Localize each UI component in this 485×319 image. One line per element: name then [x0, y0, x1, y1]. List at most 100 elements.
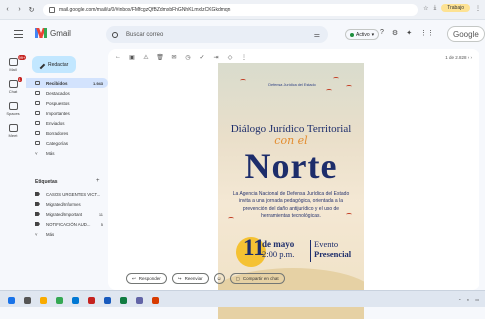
reply-icon: ↩	[132, 275, 136, 281]
status-selector[interactable]: Activo ▾	[345, 29, 380, 40]
archive-icon[interactable]: ▣	[128, 54, 136, 61]
bird-icon	[333, 77, 339, 80]
inbox-icon	[35, 81, 40, 85]
send-icon	[35, 121, 40, 125]
site-info-icon[interactable]	[49, 7, 55, 13]
gmail-logo[interactable]: Gmail	[35, 28, 71, 38]
folder-drafts[interactable]: Borradores	[26, 128, 108, 138]
back-arrow-icon[interactable]: ←	[114, 54, 122, 61]
profile-button[interactable]: Trabajo	[441, 4, 470, 12]
folder-count: 1.943	[92, 80, 103, 86]
label-item[interactable]: CASOS URGENTES VICT...	[26, 189, 108, 199]
emoji-button[interactable]: ☺	[213, 273, 225, 284]
app-rail: 99+ Mail 1 Chat Spaces Meet	[0, 50, 27, 290]
bookmark-star-icon[interactable]: ☆	[423, 5, 428, 12]
add-task-icon[interactable]: ✓	[198, 54, 206, 61]
folder-categories[interactable]: Categorías	[26, 138, 108, 148]
google-wordmark: Google	[453, 29, 479, 39]
move-to-icon[interactable]: ⇥	[212, 54, 220, 61]
battery-icon[interactable]: ▭	[475, 297, 479, 302]
label-list: CASOS URGENTES VICT... Migrated/Informes…	[26, 189, 108, 239]
chat-bubble-icon: ▢	[235, 275, 240, 281]
app-icon[interactable]	[88, 297, 95, 304]
search-options-icon[interactable]: ⚌	[314, 31, 320, 39]
volume-icon[interactable]: ◖	[467, 297, 469, 302]
folder-more[interactable]: ˅ Más	[26, 148, 108, 158]
reload-icon[interactable]: ↻	[27, 5, 36, 14]
apps-grid-icon[interactable]: ⋮⋮	[420, 29, 434, 37]
chevron-down-icon: ▾	[371, 31, 375, 38]
browser-toolbar: ‹ › ↻ mail.google.com/mail/u/0/#inbox/FM…	[0, 0, 485, 20]
header-icons: ? ⚙ ✦ ⋮⋮	[380, 29, 434, 37]
rail-spaces[interactable]: Spaces	[5, 102, 21, 116]
file-explorer-icon[interactable]	[40, 297, 47, 304]
rail-chat-label: Chat	[8, 89, 18, 94]
forward-button[interactable]: ↪ Reenviar	[171, 273, 209, 284]
label-icon[interactable]: ◇	[226, 54, 234, 61]
wifi-icon[interactable]: ◔	[458, 297, 460, 302]
gemini-icon[interactable]: ✦	[406, 29, 412, 37]
event-type-line1: Evento	[314, 239, 339, 249]
label-item[interactable]: NOTIFICACIÓN AUD... 5	[26, 219, 108, 229]
forward-icon[interactable]: ›	[15, 5, 24, 14]
powerpoint-icon[interactable]	[152, 297, 159, 304]
address-bar[interactable]: mail.google.com/mail/u/0/#inbox/FMfcgzQf…	[43, 4, 418, 16]
word-icon[interactable]	[104, 297, 111, 304]
mark-unread-icon[interactable]: ✉	[170, 54, 178, 61]
mail-badge: 99+	[17, 55, 27, 60]
folder-important[interactable]: Importantes	[26, 108, 108, 118]
folder-label: Recibidos	[46, 80, 68, 86]
rail-meet-label: Meet	[8, 133, 18, 138]
windows-start-icon[interactable]	[8, 297, 15, 304]
chrome-icon[interactable]	[56, 297, 63, 304]
event-month: de mayo	[262, 239, 295, 249]
label-text: CASOS URGENTES VICT...	[46, 191, 101, 197]
main-menu-icon[interactable]	[14, 30, 23, 38]
important-icon	[35, 111, 40, 115]
compose-label: Redactar	[48, 61, 69, 68]
report-spam-icon[interactable]: ⚠	[142, 54, 150, 61]
more-vert-icon[interactable]: ⋮	[240, 54, 248, 61]
help-icon[interactable]: ?	[380, 29, 384, 37]
back-icon[interactable]: ‹	[3, 5, 12, 14]
excel-icon[interactable]	[120, 297, 127, 304]
gear-icon[interactable]: ⚙	[392, 29, 398, 37]
next-icon[interactable]: ›	[471, 55, 473, 60]
reply-button[interactable]: ↩ Responder	[126, 273, 167, 284]
folder-starred[interactable]: Destacados	[26, 88, 108, 98]
rail-chat[interactable]: 1 Chat	[5, 77, 22, 94]
agency-logo-text: Defensa Jurídica del Estado	[268, 83, 316, 87]
search-input[interactable]: Buscar correo ⚌	[106, 26, 328, 43]
download-icon[interactable]: ⤓	[434, 5, 437, 12]
label-item[interactable]: Migrated/Informes	[26, 199, 108, 209]
folder-list: Recibidos 1.943 Destacados Pospuestos Imp…	[26, 78, 108, 158]
message-pane: ← ▣ ⚠ 🗑 ✉ ◷ ✓ ⇥ ◇ ⋮ 1 de 2.828 ‹ › Defen…	[108, 49, 480, 319]
compose-button[interactable]: Redactar	[32, 56, 76, 73]
taskbar-search-icon[interactable]	[24, 297, 31, 304]
search-icon[interactable]	[112, 31, 118, 38]
chat-icon: 1	[8, 77, 22, 88]
account-button[interactable]: Google	[447, 26, 485, 42]
browser-menu-icon[interactable]: ⋮	[475, 5, 481, 12]
event-time: 2:00 p.m.	[262, 249, 295, 259]
forward-label: Reenviar	[184, 276, 203, 281]
folder-label: Enviados	[46, 120, 65, 126]
label-more[interactable]: ˅ Más	[26, 229, 108, 239]
folder-inbox[interactable]: Recibidos 1.943	[26, 78, 108, 88]
label-tag-icon	[35, 202, 40, 206]
add-label-icon[interactable]: +	[96, 178, 100, 184]
rail-meet[interactable]: Meet	[5, 124, 21, 138]
folder-sent[interactable]: Enviados	[26, 118, 108, 128]
chat-badge: 1	[17, 77, 22, 82]
folder-snoozed[interactable]: Pospuestos	[26, 98, 108, 108]
reply-label: Responder	[138, 276, 161, 281]
forward-arrow-icon: ↪	[177, 275, 182, 281]
label-item[interactable]: Migrated/Important 11	[26, 209, 108, 219]
edge-icon[interactable]	[72, 297, 79, 304]
delete-icon[interactable]: 🗑	[156, 54, 164, 61]
snooze-icon[interactable]: ◷	[184, 54, 192, 61]
system-tray: ◔ ◖ ▭	[458, 297, 479, 302]
share-chat-button[interactable]: ▢ Compartir en chat	[229, 273, 285, 284]
teams-icon[interactable]	[136, 297, 143, 304]
rail-mail[interactable]: 99+ Mail	[5, 55, 27, 72]
